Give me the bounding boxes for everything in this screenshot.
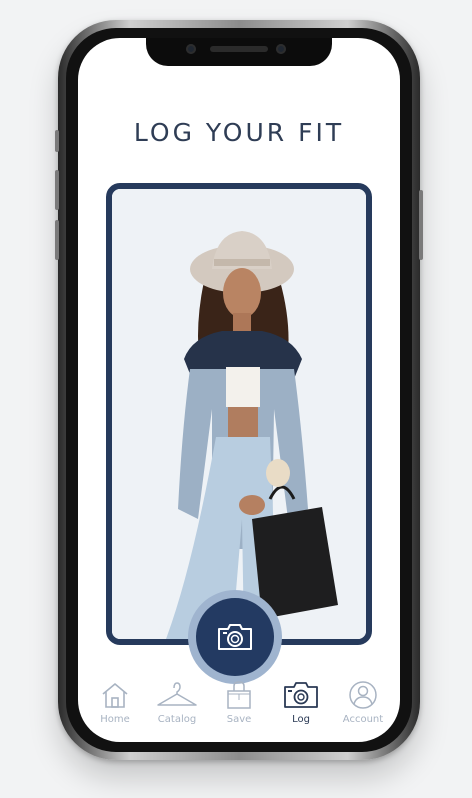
nav-label-catalog: Catalog — [157, 714, 197, 725]
user-icon — [349, 681, 377, 709]
nav-label-account: Account — [342, 714, 384, 725]
notch — [146, 38, 332, 66]
nav-label-save: Save — [226, 714, 252, 725]
nav-item-save[interactable]: Save — [209, 678, 269, 725]
app-screen: LOG YOUR FIT Home Catalog Save Log Accou… — [78, 38, 400, 742]
volume-down-button — [55, 220, 59, 260]
camera-icon — [284, 682, 318, 708]
page-title: LOG YOUR FIT — [133, 118, 345, 147]
bottom-navigation: Home Catalog Save Log Account — [78, 678, 400, 738]
camera-icon — [218, 624, 252, 650]
outfit-photo — [112, 189, 366, 639]
nav-item-account[interactable]: Account — [333, 678, 393, 725]
hanger-icon — [157, 682, 197, 706]
stage: LOG YOUR FIT Home Catalog Save Log Accou… — [0, 0, 472, 798]
home-icon — [102, 683, 128, 708]
earpiece-speaker — [210, 46, 268, 52]
phone-frame: LOG YOUR FIT Home Catalog Save Log Accou… — [55, 20, 423, 760]
nav-label-home: Home — [100, 714, 130, 725]
outfit-photo-frame — [106, 183, 372, 645]
nav-item-log[interactable]: Log — [271, 678, 331, 725]
shopping-bag-icon — [227, 681, 251, 709]
power-button — [419, 190, 423, 260]
mute-switch — [55, 130, 59, 152]
nav-item-home[interactable]: Home — [85, 678, 145, 725]
capture-button-ring — [188, 590, 282, 684]
volume-up-button — [55, 170, 59, 210]
nav-item-catalog[interactable]: Catalog — [147, 678, 207, 725]
nav-label-log: Log — [292, 714, 310, 725]
capture-photo-button[interactable] — [196, 598, 274, 676]
face-sensor — [276, 44, 286, 54]
front-camera — [186, 44, 196, 54]
